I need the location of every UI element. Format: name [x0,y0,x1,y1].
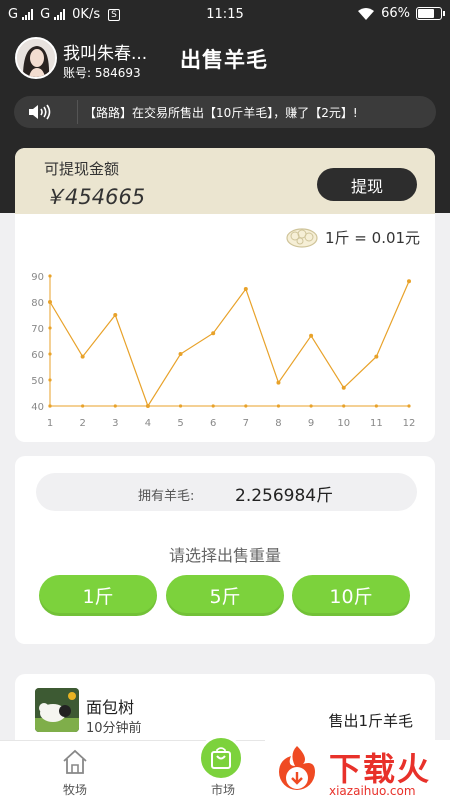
account-line: 账号: 584693 [63,64,141,81]
tab-pasture[interactable]: 牧场 [0,741,150,800]
price-point [178,352,183,356]
price-line [49,280,410,408]
withdraw-button[interactable]: 提现 [317,168,417,201]
sell-1jin-button[interactable]: 1斤 [39,575,157,616]
sell-card: 拥有羊毛: 2.256984斤 请选择出售重量 1斤 5斤 10斤 [15,456,435,644]
avatar-portrait [17,39,55,77]
x-tick-mark [113,404,117,408]
y-tick-label: 80 [31,298,44,309]
record-name: 面包树 [86,698,135,717]
owned-wool-pill: 拥有羊毛: 2.256984斤 [36,473,417,511]
x-tick-label: 12 [403,418,416,429]
x-tick-label: 10 [337,418,350,429]
username: 我叫朱春... [63,44,148,64]
x-tick-label: 7 [243,418,249,429]
owned-wool-label: 拥有羊毛: [138,489,195,504]
price-point [211,331,216,336]
notice-text: 【路路】在交易所售出【10斤羊毛】，赚了【2元】! [84,106,358,120]
price-point [374,354,379,359]
y-tick-label: 70 [31,324,44,335]
balance-amount: ￥454665 [44,185,146,209]
x-tick-label: 2 [79,418,85,429]
wool-icon [286,228,318,248]
price-chart: 4050607080901 2 3 4 5 6 7 8 9 10 11 12 [31,272,416,429]
y-tick-label: 50 [31,376,44,387]
battery-icon [416,7,445,20]
y-tick-mark [48,352,52,356]
x-tick-mark [48,404,52,408]
y-tick-label: 90 [31,272,44,283]
avatar[interactable] [15,37,57,79]
x-tick-label: 8 [275,418,281,429]
page-title: 出售羊毛 [180,48,268,72]
y-tick-mark [48,326,52,330]
y-tick-label: 40 [31,402,44,413]
x-tick-mark [244,404,248,408]
price-point [341,385,346,390]
exchange-rate: 1斤 = 0.01元 [285,226,420,248]
x-tick-mark [178,404,183,408]
home-icon [63,749,87,774]
account-id: 584693 [94,66,141,80]
x-tick-label: 5 [177,418,183,429]
shopping-bag-icon [211,747,231,769]
account-label: 账号: [63,66,92,80]
sheep-icon [35,688,79,732]
x-tick-label: 1 [47,418,53,429]
sell-5jin-button[interactable]: 5斤 [166,575,284,616]
y-tick-label: 60 [31,350,44,361]
x-tick-label: 3 [112,418,118,429]
battery-percent: 66% [381,6,410,21]
notice-bar: 【路路】在交易所售出【10斤羊毛】，赚了【2元】! [14,96,436,128]
record-time: 10分钟前 [86,721,142,736]
price-point [145,404,150,408]
speaker-icon [29,104,51,120]
x-tick-label: 6 [210,418,216,429]
price-point [48,300,52,304]
watermark-ad: 下载火 xiazaihuo.com [265,740,450,800]
price-point [243,287,248,291]
fire-logo-icon [279,746,315,790]
tab-market-badge [198,735,244,781]
sell-10jin-button[interactable]: 10斤 [292,575,410,616]
tab-pasture-label: 牧场 [62,783,87,797]
x-tick-label: 11 [370,418,383,429]
record-avatar [35,688,79,732]
price-point [80,354,85,359]
price-point [276,380,281,385]
x-tick-mark [276,404,281,408]
wifi-icon [358,7,375,20]
x-tick-mark [309,404,313,408]
owned-wool-value: 2.256984斤 [235,486,334,506]
x-tick-mark [342,404,346,408]
record-action: 售出1斤羊毛 [328,712,413,730]
y-tick-mark [48,274,52,278]
price-point [407,279,411,284]
price-point [113,313,118,317]
notice-divider [77,100,78,124]
balance-header: 可提现金额 ￥454665 提现 [15,148,435,214]
price-point [309,333,314,338]
status-bar: G G 0K/s S 11:15 66% [0,0,450,30]
balance-label: 可提现金额 [44,160,120,178]
choose-weight-label: 请选择出售重量 [168,546,281,565]
x-tick-mark [407,404,411,408]
y-tick-mark [48,378,52,382]
x-tick-mark [374,404,378,408]
x-tick-label: 4 [145,418,151,429]
status-right: 66% [357,6,445,21]
x-tick-label: 9 [308,418,314,429]
exchange-rate-text: 1斤 = 0.01元 [325,228,421,247]
balance-card: 可提现金额 ￥454665 提现 1斤 = 0.01元 40 50 60 70 80 90… [15,148,435,442]
watermark-url: xiazaihuo.com [329,784,416,798]
x-tick-mark [81,404,85,408]
x-tick-mark [211,404,215,408]
